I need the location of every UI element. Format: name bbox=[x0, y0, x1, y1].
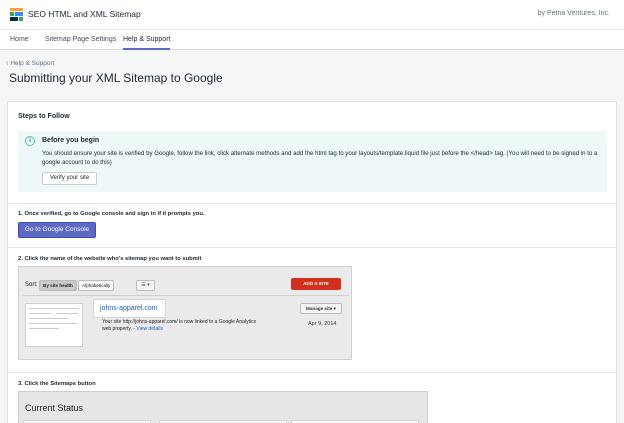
sitemaps-status-screenshot: Current Status bbox=[18, 391, 428, 423]
site-date: Apr 9, 2014 bbox=[308, 321, 337, 327]
divider bbox=[8, 203, 616, 204]
sort-alphabetically-button: Alphabetically bbox=[78, 280, 115, 291]
site-domain-highlight: johns-apparel.com bbox=[93, 299, 166, 318]
info-banner: i Before you begin You should ensure you… bbox=[18, 131, 607, 192]
verify-site-button[interactable]: Verify your site bbox=[42, 172, 97, 185]
sort-label: Sort: bbox=[25, 282, 38, 288]
site-domain-link: johns-apparel.com bbox=[100, 305, 158, 312]
nav-tabs: Home Sitemap Page Settings Help & Suppor… bbox=[0, 30, 624, 50]
google-console-button[interactable]: Go to Google Console bbox=[18, 222, 96, 238]
page-title: Submitting your XML Sitemap to Google bbox=[9, 71, 223, 85]
step-2-label: 2. Click the name of the website who's s… bbox=[18, 256, 202, 262]
list-view-icon: ☰ ▾ bbox=[136, 280, 155, 291]
app-header: SEO HTML and XML Sitemap by Petna Ventur… bbox=[0, 0, 624, 30]
current-status-heading: Current Status bbox=[25, 403, 84, 413]
app-logo-icon bbox=[10, 8, 23, 21]
view-details-link: View details bbox=[136, 326, 163, 332]
manage-site-button: Manage site ▾ bbox=[300, 303, 342, 314]
site-message-text: Your site http://johns-apparel.com/ is n… bbox=[102, 319, 257, 332]
step-1-label: 1. Once verified, go to Google console a… bbox=[18, 211, 205, 217]
breadcrumb[interactable]: ‹ Help & Support bbox=[6, 60, 54, 67]
chevron-left-icon: ‹ bbox=[6, 60, 9, 67]
tab-home[interactable]: Home bbox=[10, 36, 29, 50]
company-name: by Petna Ventures, Inc. bbox=[537, 10, 610, 17]
info-icon: i bbox=[25, 136, 35, 146]
sort-by-health-button: By site health bbox=[39, 280, 77, 291]
steps-card: Steps to Follow i Before you begin You s… bbox=[7, 101, 617, 423]
webmaster-sites-screenshot: Sort: By site health Alphabetically ☰ ▾ … bbox=[18, 266, 352, 360]
tab-sitemap-page-settings[interactable]: Sitemap Page Settings bbox=[45, 36, 116, 50]
divider bbox=[23, 295, 349, 296]
banner-body: You should ensure your site is verified … bbox=[42, 150, 598, 166]
breadcrumb-label: Help & Support bbox=[10, 60, 55, 67]
card-title: Steps to Follow bbox=[18, 113, 70, 120]
site-thumbnail bbox=[25, 303, 83, 347]
divider bbox=[8, 247, 616, 248]
divider bbox=[8, 372, 616, 373]
banner-heading: Before you begin bbox=[42, 137, 100, 144]
app-title: SEO HTML and XML Sitemap bbox=[28, 9, 141, 19]
tab-help-support[interactable]: Help & Support bbox=[123, 36, 171, 50]
step-3-label: 3. Click the Sitemaps button bbox=[18, 381, 96, 387]
site-message: Your site http://johns-apparel.com/ is n… bbox=[102, 319, 262, 333]
add-site-button: ADD A SITE bbox=[291, 278, 341, 290]
